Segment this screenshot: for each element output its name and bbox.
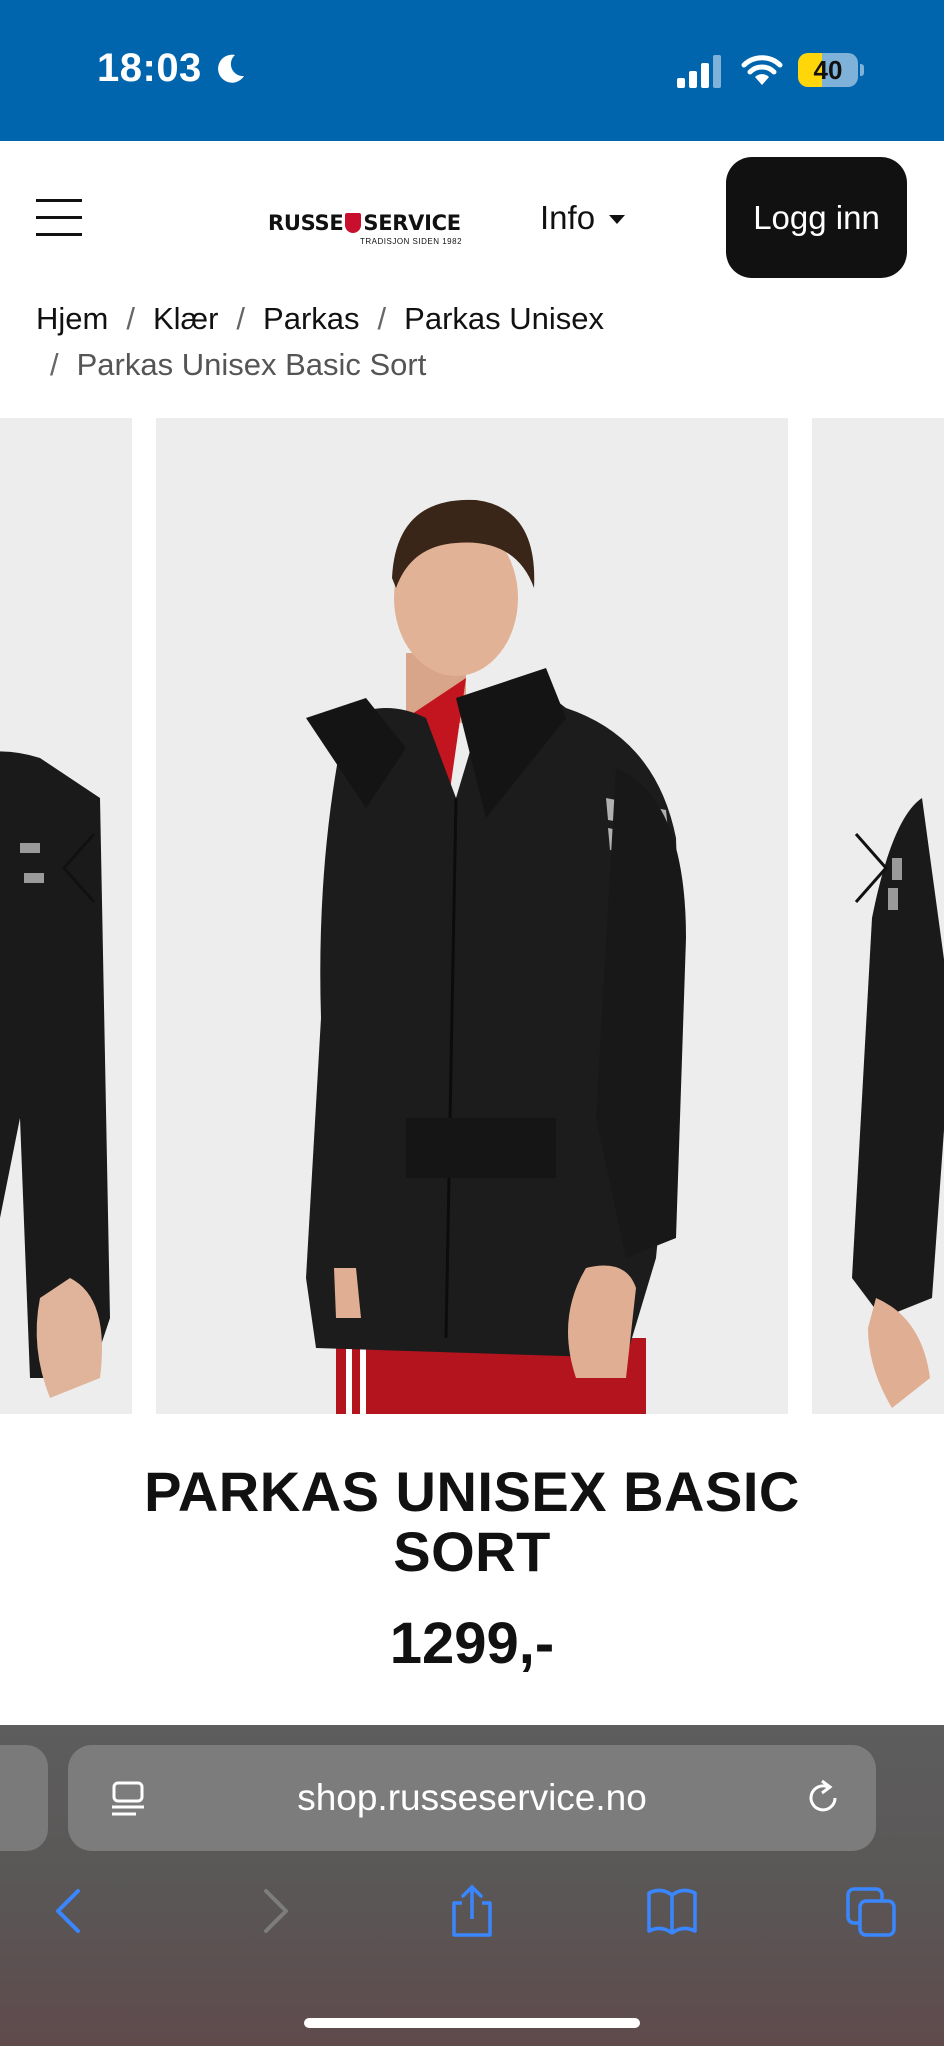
breadcrumb-separator: / xyxy=(126,301,135,336)
product-image-carousel[interactable] xyxy=(0,418,944,1414)
breadcrumb-current: Parkas Unisex Basic Sort xyxy=(76,347,427,382)
battery-icon: 40 xyxy=(798,53,864,87)
home-indicator[interactable] xyxy=(304,2018,640,2028)
previous-tab-preview[interactable] xyxy=(0,1745,48,1851)
logo-tagline: TRADISJON SIDEN 1982 xyxy=(360,237,463,246)
logo-shield-icon xyxy=(345,213,362,233)
logo-text: RUSSE xyxy=(268,211,344,235)
battery-level: 40 xyxy=(813,55,843,85)
breadcrumb-item-parkas-unisex[interactable]: Parkas Unisex xyxy=(404,296,604,342)
breadcrumb-item-parkas[interactable]: Parkas xyxy=(263,296,359,342)
site-header: RUSSE SERVICE TRADISJON SIDEN 1982 Info L… xyxy=(0,141,944,296)
caret-down-icon xyxy=(609,214,626,224)
breadcrumb-item-home[interactable]: Hjem xyxy=(36,296,108,342)
product-price: 1299,- xyxy=(389,1611,555,1676)
bookmarks-icon[interactable] xyxy=(645,1883,699,1939)
site-logo[interactable]: RUSSE SERVICE TRADISJON SIDEN 1982 xyxy=(268,211,462,247)
product-image-main[interactable] xyxy=(156,418,788,1414)
moon-icon xyxy=(218,54,244,83)
address-bar[interactable]: shop.russeservice.no xyxy=(68,1745,876,1851)
logo-text-2: SERVICE xyxy=(363,211,461,235)
product-image-next[interactable] xyxy=(812,418,944,1414)
browser-toolbar: shop.russeservice.no xyxy=(0,1725,944,2046)
forward-icon[interactable] xyxy=(246,1883,300,1939)
signal-icon xyxy=(677,55,721,88)
login-button[interactable]: Logg inn xyxy=(726,157,907,278)
menu-icon[interactable] xyxy=(36,195,84,241)
breadcrumb: Hjem / Klær / Parkas / Parkas Unisex / P… xyxy=(36,296,916,388)
breadcrumb-separator: / xyxy=(236,301,246,336)
wifi-icon xyxy=(741,55,783,85)
tabs-icon[interactable] xyxy=(844,1883,898,1939)
chevron-left-icon[interactable] xyxy=(58,828,104,908)
status-time: 18:03 xyxy=(97,46,202,90)
reload-icon[interactable] xyxy=(802,1777,844,1819)
breadcrumb-item-klaer[interactable]: Klær xyxy=(153,296,218,342)
url-text: shop.russeservice.no xyxy=(297,1777,647,1818)
status-bar: 18:03 40 xyxy=(0,0,944,141)
share-icon[interactable] xyxy=(445,1883,499,1939)
breadcrumb-separator: / xyxy=(50,347,59,382)
product-image-previous[interactable] xyxy=(0,418,132,1414)
breadcrumb-separator: / xyxy=(377,301,387,336)
back-icon[interactable] xyxy=(44,1883,98,1939)
product-title: PARKAS UNISEX BASIC SORT xyxy=(144,1460,800,1583)
chevron-right-icon[interactable] xyxy=(846,828,892,908)
info-dropdown[interactable]: Info xyxy=(540,199,626,237)
info-label: Info xyxy=(540,199,596,236)
